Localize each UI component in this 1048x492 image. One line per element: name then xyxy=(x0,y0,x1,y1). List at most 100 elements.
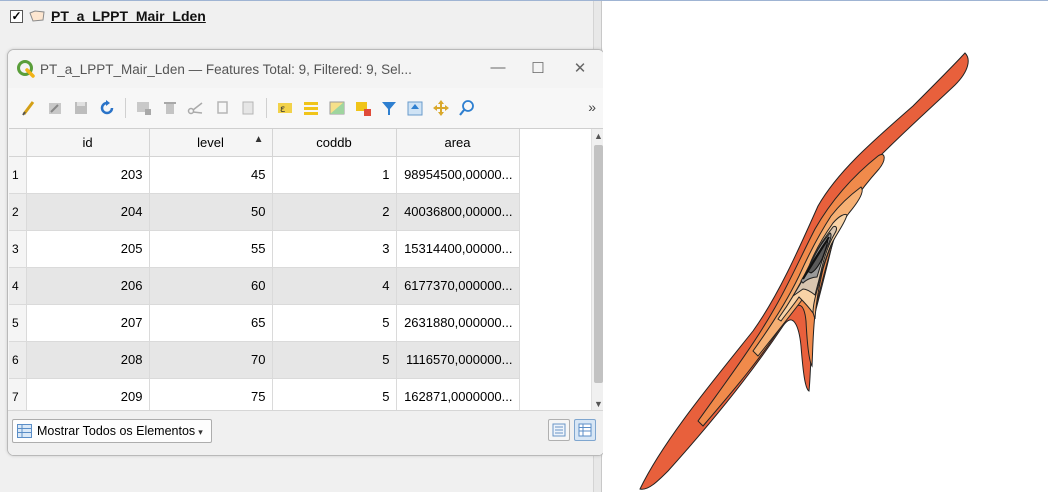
row-number[interactable]: 2 xyxy=(9,193,27,231)
cell-coddb[interactable]: 2 xyxy=(272,193,397,231)
show-all-features-button[interactable]: Mostrar Todos os Elementos ▾ xyxy=(12,419,212,443)
cell-area[interactable]: 98954500,00000... xyxy=(396,156,520,194)
table-row[interactable]: 2 204 50 2 40036800,00000... xyxy=(9,193,520,231)
cell-level[interactable]: 45 xyxy=(149,156,273,194)
layer-tree-item[interactable]: ✓ PT_a_LPPT_Mair_Lden xyxy=(10,5,206,27)
cut-button[interactable] xyxy=(185,97,207,119)
attribute-toolbar: ε » xyxy=(8,88,604,128)
minimize-button[interactable]: — xyxy=(488,59,508,76)
cell-coddb[interactable]: 1 xyxy=(272,156,397,194)
multi-edit-button[interactable] xyxy=(44,97,66,119)
save-edits-button[interactable] xyxy=(70,97,92,119)
add-feature-icon xyxy=(137,102,151,115)
column-header-area[interactable]: area xyxy=(396,129,520,157)
scrollbar-thumb[interactable] xyxy=(594,145,603,383)
data-grid: id level ▲ coddb area 1 203 45 1 98954500 xyxy=(9,129,520,416)
toolbar-separator xyxy=(266,98,267,118)
row-number[interactable]: 4 xyxy=(9,267,27,305)
sort-ascending-icon: ▲ xyxy=(253,134,264,145)
row-number[interactable]: 1 xyxy=(9,156,27,194)
cell-level[interactable]: 50 xyxy=(149,193,273,231)
pan-icon xyxy=(433,100,449,116)
scissors-icon xyxy=(187,102,203,115)
form-view-icon xyxy=(552,423,566,437)
cell-area[interactable]: 6177370,000000... xyxy=(396,267,520,305)
paste-button[interactable] xyxy=(237,97,259,119)
delete-feature-button[interactable] xyxy=(159,97,181,119)
cell-area[interactable]: 40036800,00000... xyxy=(396,193,520,231)
cell-area[interactable]: 1116570,000000... xyxy=(396,341,520,379)
select-all-button[interactable] xyxy=(300,97,322,119)
attribute-table-window: PT_a_LPPT_Mair_Lden — Features Total: 9,… xyxy=(7,49,605,456)
dropdown-arrow-icon: ▾ xyxy=(198,427,203,437)
cell-area[interactable]: 15314400,00000... xyxy=(396,230,520,268)
table-view-icon xyxy=(578,423,592,437)
move-to-top-icon xyxy=(407,101,423,116)
attribute-table: id level ▲ coddb area 1 203 45 1 98954500 xyxy=(9,128,604,455)
cell-id[interactable]: 203 xyxy=(26,156,150,194)
row-number[interactable]: 5 xyxy=(9,304,27,342)
row-header-corner[interactable] xyxy=(9,129,27,157)
header-row: id level ▲ coddb area xyxy=(9,129,520,157)
cell-level[interactable]: 70 xyxy=(149,341,273,379)
cell-area[interactable]: 2631880,000000... xyxy=(396,304,520,342)
map-canvas[interactable] xyxy=(603,1,1048,492)
cell-level[interactable]: 65 xyxy=(149,304,273,342)
attribute-table-footer: Mostrar Todos os Elementos ▾ xyxy=(8,410,604,455)
cell-coddb[interactable]: 5 xyxy=(272,341,397,379)
scroll-down-arrow-icon[interactable]: ▼ xyxy=(594,399,603,409)
scroll-up-arrow-icon[interactable]: ▲ xyxy=(594,131,603,141)
move-selection-to-top-button[interactable] xyxy=(404,97,426,119)
layers-panel: ✓ PT_a_LPPT_Mair_Lden PT_a_LPPT_Mair_Lde… xyxy=(0,1,605,492)
table-row[interactable]: 4 206 60 4 6177370,000000... xyxy=(9,267,520,305)
invert-selection-button[interactable] xyxy=(326,97,348,119)
zoom-to-selection-button[interactable] xyxy=(456,97,478,119)
row-number[interactable]: 3 xyxy=(9,230,27,268)
select-by-expression-button[interactable]: ε xyxy=(274,97,296,119)
filter-icon xyxy=(382,102,396,115)
show-all-label: Mostrar Todos os Elementos xyxy=(37,424,196,438)
cell-id[interactable]: 206 xyxy=(26,267,150,305)
close-button[interactable]: ✕ xyxy=(570,59,590,77)
cell-id[interactable]: 207 xyxy=(26,304,150,342)
qgis-screen: ✓ PT_a_LPPT_Mair_Lden PT_a_LPPT_Mair_Lde… xyxy=(0,0,1048,492)
invert-selection-icon xyxy=(329,101,345,115)
column-header-id[interactable]: id xyxy=(26,129,150,157)
column-header-level[interactable]: level ▲ xyxy=(149,129,273,157)
expression-select-icon: ε xyxy=(278,103,292,115)
cell-coddb[interactable]: 5 xyxy=(272,304,397,342)
cell-coddb[interactable]: 3 xyxy=(272,230,397,268)
column-header-coddb[interactable]: coddb xyxy=(272,129,397,157)
add-feature-button[interactable] xyxy=(133,97,155,119)
layer-name[interactable]: PT_a_LPPT_Mair_Lden xyxy=(51,8,206,24)
window-titlebar[interactable]: PT_a_LPPT_Mair_Lden — Features Total: 9,… xyxy=(8,50,604,88)
cell-id[interactable]: 208 xyxy=(26,341,150,379)
layer-visibility-checkbox[interactable]: ✓ xyxy=(10,9,23,23)
maximize-button[interactable]: ☐ xyxy=(528,59,548,77)
table-row[interactable]: 3 205 55 3 15314400,00000... xyxy=(9,230,520,268)
cell-level[interactable]: 55 xyxy=(149,230,273,268)
table-view-button[interactable] xyxy=(574,419,596,441)
reload-button[interactable] xyxy=(96,97,118,119)
pan-to-selection-button[interactable] xyxy=(430,97,452,119)
table-row[interactable]: 1 203 45 1 98954500,00000... xyxy=(9,156,520,194)
svg-text:ε: ε xyxy=(280,104,285,115)
deselect-all-button[interactable] xyxy=(352,97,374,119)
cell-coddb[interactable]: 4 xyxy=(272,267,397,305)
window-title: PT_a_LPPT_Mair_Lden — Features Total: 9,… xyxy=(40,61,412,77)
table-row[interactable]: 6 208 70 5 1116570,000000... xyxy=(9,341,520,379)
row-number[interactable]: 6 xyxy=(9,341,27,379)
table-icon xyxy=(17,424,32,438)
filter-button[interactable] xyxy=(378,97,400,119)
toolbar-overflow-button[interactable]: » xyxy=(588,99,596,115)
toggle-editing-button[interactable] xyxy=(18,97,40,119)
cell-id[interactable]: 205 xyxy=(26,230,150,268)
cell-level[interactable]: 60 xyxy=(149,267,273,305)
trash-icon xyxy=(164,102,176,114)
select-all-icon xyxy=(304,102,318,115)
column-header-label: level xyxy=(197,134,224,150)
table-row[interactable]: 5 207 65 5 2631880,000000... xyxy=(9,304,520,342)
form-view-button[interactable] xyxy=(548,419,570,441)
copy-button[interactable] xyxy=(211,97,233,119)
cell-id[interactable]: 204 xyxy=(26,193,150,231)
